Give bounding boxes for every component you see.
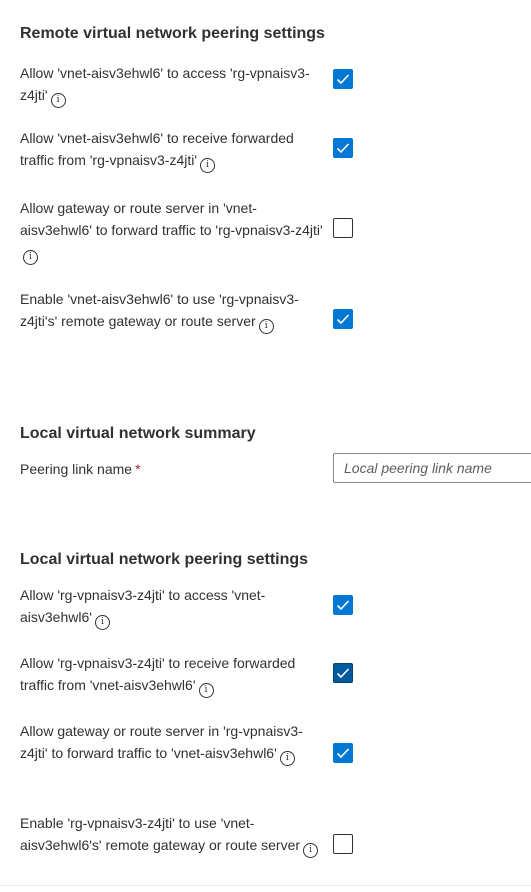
setting-label: Allow 'vnet-aisv3ehwl6' to receive forwa… xyxy=(20,127,325,173)
setting-label-text: Allow gateway or route server in 'rg-vpn… xyxy=(20,723,303,761)
local-setting-row-access: Allow 'rg-vpnaisv3-z4jti' to access 'vne… xyxy=(20,584,531,630)
checkmark-icon xyxy=(336,668,350,679)
remote-setting-row-forwarded: Allow 'vnet-aisv3ehwl6' to receive forwa… xyxy=(20,127,531,173)
peering-link-name-input[interactable] xyxy=(333,453,531,483)
remote-setting-row-access: Allow 'vnet-aisv3ehwl6' to access 'rg-vp… xyxy=(20,62,531,108)
info-icon[interactable]: i xyxy=(279,751,295,766)
info-icon[interactable]: i xyxy=(303,843,319,858)
local-allow-access-checkbox[interactable] xyxy=(333,595,353,615)
remote-allow-access-checkbox[interactable] xyxy=(333,69,353,89)
local-peering-settings-heading: Local virtual network peering settings xyxy=(20,551,309,568)
info-icon[interactable]: i xyxy=(94,615,110,630)
setting-label: Allow 'vnet-aisv3ehwl6' to access 'rg-vp… xyxy=(20,62,325,108)
remote-setting-row-remote-gateway: Enable 'vnet-aisv3ehwl6' to use 'rg-vpna… xyxy=(20,288,531,354)
peering-link-name-label-text: Peering link name xyxy=(20,461,133,477)
local-setting-row-remote-gateway: Enable 'rg-vpnaisv3-z4jti' to use 'vnet-… xyxy=(20,812,531,878)
setting-label-text: Allow gateway or route server in 'vnet-a… xyxy=(20,200,323,238)
setting-label-text: Allow 'rg-vpnaisv3-z4jti' to access 'vne… xyxy=(20,587,266,625)
checkmark-icon xyxy=(336,600,350,611)
info-icon[interactable]: i xyxy=(23,250,38,265)
remote-peering-settings-heading: Remote virtual network peering settings xyxy=(20,25,325,42)
info-icon[interactable]: i xyxy=(50,93,66,108)
peering-link-name-label: Peering link name * xyxy=(20,458,141,480)
info-icon[interactable]: i xyxy=(258,319,274,334)
setting-label: Allow 'rg-vpnaisv3-z4jti' to access 'vne… xyxy=(20,584,325,630)
remote-allow-gateway-checkbox[interactable] xyxy=(333,218,353,238)
setting-label: Enable 'rg-vpnaisv3-z4jti' to use 'vnet-… xyxy=(20,812,325,858)
local-allow-forwarded-checkbox[interactable] xyxy=(333,663,353,683)
info-icon[interactable]: i xyxy=(198,683,214,698)
info-icon[interactable]: i xyxy=(200,158,216,173)
peering-settings-page: Remote virtual network peering settings … xyxy=(0,0,531,892)
local-setting-row-gateway: Allow gateway or route server in 'rg-vpn… xyxy=(20,720,531,786)
divider xyxy=(0,885,531,886)
setting-label: Allow gateway or route server in 'vnet-a… xyxy=(20,197,325,265)
local-network-summary-heading: Local virtual network summary xyxy=(20,425,256,442)
setting-label-text: Enable 'rg-vpnaisv3-z4jti' to use 'vnet-… xyxy=(20,815,301,853)
setting-label: Allow 'rg-vpnaisv3-z4jti' to receive for… xyxy=(20,652,325,698)
remote-setting-row-gateway: Allow gateway or route server in 'vnet-a… xyxy=(20,197,531,265)
required-marker: * xyxy=(135,461,141,477)
remote-use-remote-gateway-checkbox[interactable] xyxy=(333,309,353,329)
local-setting-row-forwarded: Allow 'rg-vpnaisv3-z4jti' to receive for… xyxy=(20,652,531,698)
setting-label-text: Enable 'vnet-aisv3ehwl6' to use 'rg-vpna… xyxy=(20,291,299,329)
local-use-remote-gateway-checkbox[interactable] xyxy=(333,834,353,854)
setting-label-text: Allow 'vnet-aisv3ehwl6' to receive forwa… xyxy=(20,130,294,168)
setting-label: Enable 'vnet-aisv3ehwl6' to use 'rg-vpna… xyxy=(20,288,325,334)
checkmark-icon xyxy=(336,74,350,85)
checkmark-icon xyxy=(336,314,350,325)
setting-label-text: Allow 'rg-vpnaisv3-z4jti' to receive for… xyxy=(20,655,296,693)
local-allow-gateway-checkbox[interactable] xyxy=(333,743,353,763)
setting-label: Allow gateway or route server in 'rg-vpn… xyxy=(20,720,325,766)
checkmark-icon xyxy=(336,748,350,759)
remote-allow-forwarded-checkbox[interactable] xyxy=(333,138,353,158)
checkmark-icon xyxy=(336,143,350,154)
